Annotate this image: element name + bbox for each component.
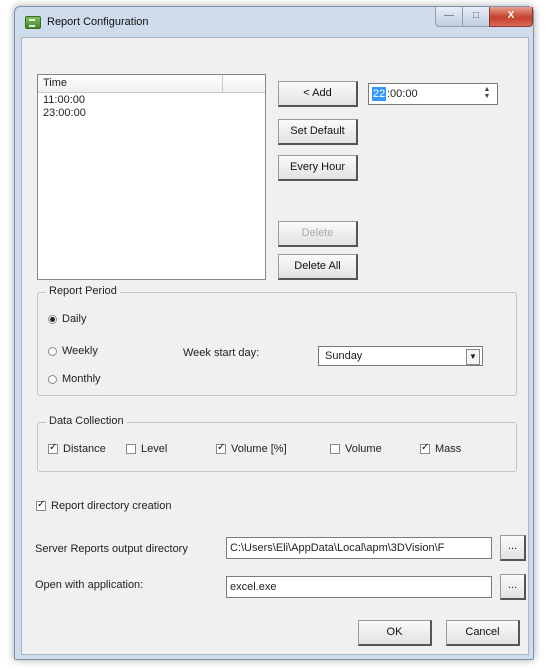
delete-button[interactable]: Delete [278, 221, 358, 247]
radio-weekly[interactable]: Weekly [48, 345, 98, 357]
radio-monthly-label: Monthly [62, 373, 101, 385]
checkbox-mass[interactable]: Mass [420, 443, 461, 455]
checkbox-distance-label: Distance [63, 443, 106, 455]
checkbox-volume-percent-label: Volume [%] [231, 443, 287, 455]
delete-all-button[interactable]: Delete All [278, 254, 358, 280]
data-collection-label: Data Collection [46, 415, 127, 427]
list-item[interactable]: 11:00:00 [43, 94, 86, 107]
radio-weekly-label: Weekly [62, 345, 98, 357]
radio-weekly-indicator[interactable] [48, 346, 57, 356]
set-default-button[interactable]: Set Default [278, 119, 358, 145]
maximize-button[interactable]: □ [462, 7, 490, 27]
time-input[interactable]: 22 :00:00 ▲ ▼ [368, 83, 498, 105]
open-with-value: excel.exe [230, 581, 277, 593]
open-with-label: Open with application: [35, 579, 144, 591]
dropdown-arrow-icon[interactable]: ▼ [466, 349, 480, 365]
title-bar[interactable]: Report Configuration — □ X [15, 7, 533, 37]
checkbox-level-label: Level [141, 443, 168, 455]
checkbox-volume-percent[interactable]: Volume [%] [216, 443, 287, 455]
minimize-button[interactable]: — [435, 7, 463, 27]
report-directory-creation-label: Report directory creation [51, 500, 172, 512]
checkbox-mass-label: Mass [435, 443, 462, 455]
checkbox-mass-box[interactable] [420, 444, 430, 455]
time-list[interactable]: Time 11:00:00 23:00:00 [37, 74, 266, 280]
checkbox-distance-box[interactable] [48, 444, 58, 455]
checkbox-volume-label: Volume [345, 443, 382, 455]
report-configuration-window: Report Configuration — □ X Time 11:00:00… [14, 6, 534, 660]
checkbox-volume[interactable]: Volume [330, 443, 382, 455]
spin-up-icon[interactable]: ▲ [480, 86, 494, 93]
time-input-hour-selected: 22 [372, 87, 387, 101]
time-input-rest: :00:00 [387, 88, 418, 100]
open-with-input[interactable]: excel.exe [226, 576, 492, 598]
output-directory-input[interactable]: C:\Users\Eli\AppData\Local\apm\3DVision\… [226, 537, 492, 559]
window-title: Report Configuration [47, 16, 149, 28]
checkbox-report-directory-creation[interactable]: Report directory creation [36, 500, 171, 512]
radio-daily[interactable]: Daily [48, 313, 86, 325]
data-collection-group: Data Collection Distance Level Volume [%… [37, 415, 517, 472]
week-start-value: Sunday [325, 350, 363, 362]
checkbox-report-directory-creation-box[interactable] [36, 501, 46, 512]
open-with-browse-button[interactable]: ... [500, 574, 526, 600]
radio-daily-indicator[interactable] [48, 314, 57, 324]
column-header-time[interactable]: Time [43, 77, 67, 89]
report-period-group: Report Period Daily Weekly Monthly Week … [37, 285, 517, 396]
checkbox-distance[interactable]: Distance [48, 443, 106, 455]
list-item[interactable]: 23:00:00 [43, 107, 86, 120]
radio-monthly-indicator[interactable] [48, 374, 57, 384]
checkbox-level[interactable]: Level [126, 443, 167, 455]
radio-daily-label: Daily [62, 313, 87, 325]
output-directory-value: C:\Users\Eli\AppData\Local\apm\3DVision\… [230, 542, 445, 554]
radio-monthly[interactable]: Monthly [48, 373, 101, 385]
app-icon [25, 16, 41, 29]
list-header: Time [38, 75, 265, 93]
column-separator[interactable] [222, 75, 223, 92]
checkbox-volume-percent-box[interactable] [216, 444, 226, 455]
dialog-body: Time 11:00:00 23:00:00 < Add Set Default… [21, 37, 529, 655]
add-button[interactable]: < Add [278, 81, 358, 107]
week-start-label: Week start day: [183, 347, 260, 359]
checkbox-volume-box[interactable] [330, 444, 340, 455]
checkbox-level-box[interactable] [126, 444, 136, 455]
report-period-label: Report Period [46, 285, 120, 297]
close-button[interactable]: X [489, 7, 533, 27]
cancel-button[interactable]: Cancel [446, 620, 520, 646]
output-directory-label: Server Reports output directory [35, 543, 188, 555]
time-spinner[interactable]: ▲ ▼ [480, 86, 494, 102]
week-start-select[interactable]: Sunday ▼ [318, 346, 483, 366]
every-hour-button[interactable]: Every Hour [278, 155, 358, 181]
ok-button[interactable]: OK [358, 620, 432, 646]
spin-down-icon[interactable]: ▼ [480, 93, 494, 100]
time-list-items: 11:00:00 23:00:00 [43, 94, 86, 120]
output-directory-browse-button[interactable]: ... [500, 535, 526, 561]
